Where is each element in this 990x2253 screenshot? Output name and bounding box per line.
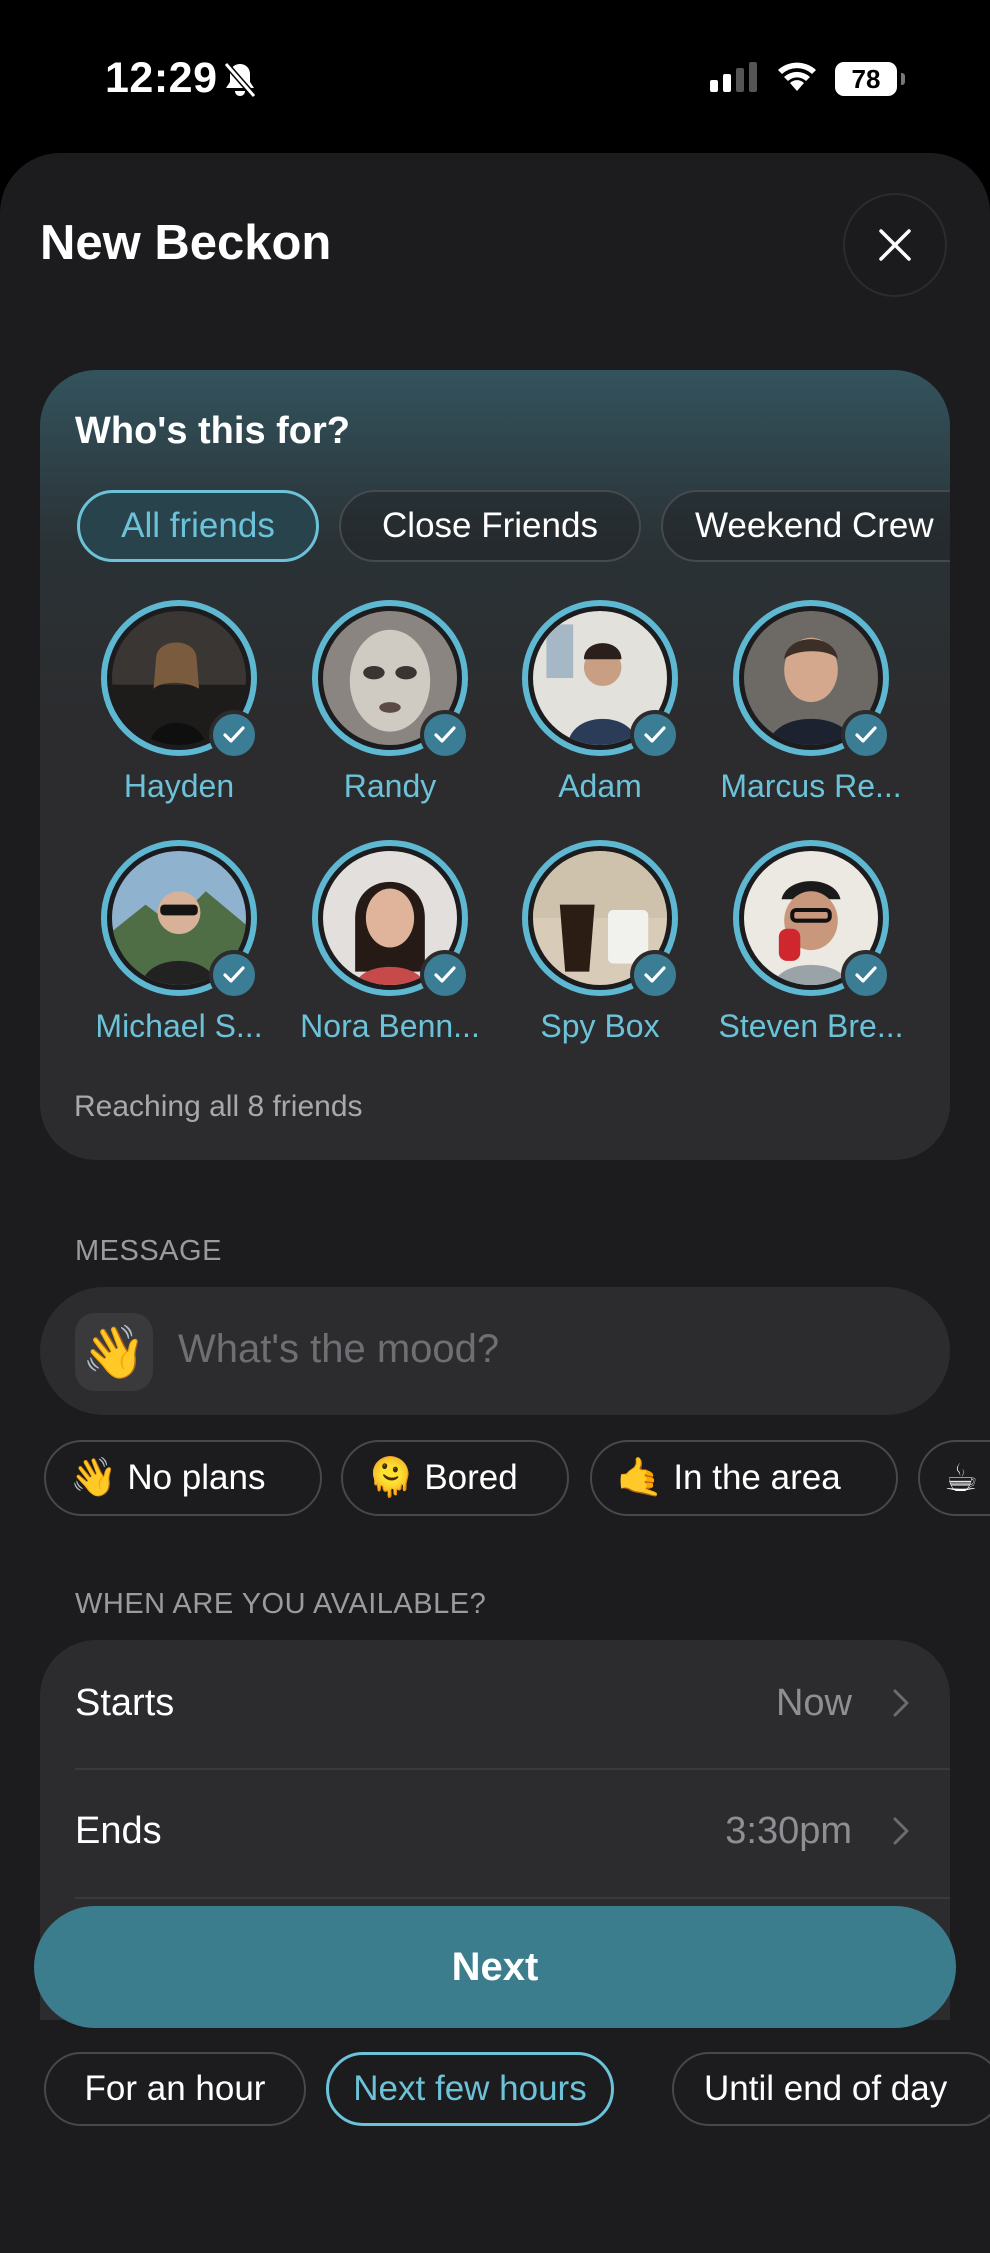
group-chip-all-friends[interactable]: All friends — [77, 490, 319, 562]
wave-icon: 👋 — [81, 1323, 147, 1382]
next-button[interactable]: Next — [34, 1906, 956, 2028]
mood-label: In the area — [673, 1458, 841, 1497]
mood-chip-row: 👋 No plans 🫠 Bored 🤙 In the area ☕ — [44, 1440, 990, 1520]
friend-steven[interactable]: Steven Bre... — [711, 840, 911, 1050]
group-chip-weekend-crew[interactable]: Weekend Crew — [661, 490, 950, 562]
ends-label: Ends — [75, 1810, 162, 1852]
friend-name: Michael S... — [95, 1008, 263, 1044]
duration-chip-few-hours[interactable]: Next few hours — [326, 2052, 614, 2126]
selected-check-icon — [420, 710, 470, 760]
sheet-title: New Beckon — [40, 216, 332, 270]
friend-marcus[interactable]: Marcus Re... — [711, 600, 911, 810]
battery-indicator: 78 — [835, 62, 905, 96]
friend-name: Hayden — [123, 768, 235, 804]
friend-michael[interactable]: Michael S... — [79, 840, 279, 1050]
selected-check-icon — [420, 950, 470, 1000]
status-time: 12:29 — [105, 54, 218, 102]
friend-name: Spy Box — [540, 1008, 660, 1044]
starts-label: Starts — [75, 1682, 175, 1724]
reach-summary: Reaching all 8 friends — [74, 1090, 363, 1123]
mood-chip-coffee[interactable]: ☕ — [918, 1440, 990, 1516]
coffee-icon: ☕ — [944, 1457, 979, 1500]
chevron-right-icon — [892, 1816, 910, 1851]
mood-label: No plans — [127, 1458, 266, 1497]
mood-chip-in-the-area[interactable]: 🤙 In the area — [590, 1440, 898, 1516]
duration-chip-row: For an hour Next few hours Until end of … — [44, 2052, 990, 2130]
friend-name: Randy — [343, 768, 437, 804]
close-button[interactable] — [843, 193, 947, 297]
bell-muted-icon — [222, 60, 258, 105]
duration-chip-end-of-day[interactable]: Until end of day — [672, 2052, 990, 2126]
selected-check-icon — [630, 710, 680, 760]
starts-row[interactable]: Starts Now — [40, 1640, 950, 1768]
selected-check-icon — [209, 710, 259, 760]
friend-hayden[interactable]: Hayden — [79, 600, 279, 810]
group-chip-row: All friends Close Friends Weekend Crew — [77, 490, 950, 568]
friend-nora[interactable]: Nora Benn... — [290, 840, 490, 1050]
selected-check-icon — [209, 950, 259, 1000]
starts-value: Now — [775, 1682, 852, 1724]
selected-check-icon — [841, 950, 891, 1000]
selected-check-icon — [841, 710, 891, 760]
wifi-icon — [775, 58, 819, 97]
friend-name: Marcus Re... — [720, 768, 902, 804]
message-placeholder: What's the mood? — [178, 1327, 500, 1371]
audience-heading: Who's this for? — [75, 410, 350, 452]
message-section-label: MESSAGE — [75, 1235, 222, 1267]
battery-level: 78 — [851, 63, 881, 94]
ends-row[interactable]: Ends 3:30pm — [40, 1770, 950, 1898]
friend-adam[interactable]: Adam — [500, 600, 700, 810]
group-chip-close-friends[interactable]: Close Friends — [339, 490, 641, 562]
friend-name: Adam — [558, 768, 642, 804]
friend-name: Nora Benn... — [300, 1008, 480, 1044]
friend-spy-box[interactable]: Spy Box — [500, 840, 700, 1050]
mood-label: Bored — [424, 1458, 518, 1497]
selected-check-icon — [630, 950, 680, 1000]
mood-chip-no-plans[interactable]: 👋 No plans — [44, 1440, 322, 1516]
emoji-picker-button[interactable]: 👋 — [75, 1313, 153, 1391]
mood-chip-bored[interactable]: 🫠 Bored — [341, 1440, 569, 1516]
duration-chip-hour[interactable]: For an hour — [44, 2052, 306, 2126]
wave-icon: 👋 — [70, 1457, 118, 1499]
chevron-right-icon — [892, 1688, 910, 1723]
friend-name: Steven Bre... — [718, 1008, 904, 1044]
friend-randy[interactable]: Randy — [290, 600, 490, 810]
cellular-signal-icon — [710, 62, 757, 92]
close-icon — [879, 229, 911, 261]
availability-section-label: WHEN ARE YOU AVAILABLE? — [75, 1588, 487, 1620]
call-me-hand-icon: 🤙 — [616, 1457, 664, 1499]
divider — [75, 1897, 950, 1899]
ends-value: 3:30pm — [725, 1810, 852, 1852]
melting-face-icon: 🫠 — [367, 1457, 415, 1499]
